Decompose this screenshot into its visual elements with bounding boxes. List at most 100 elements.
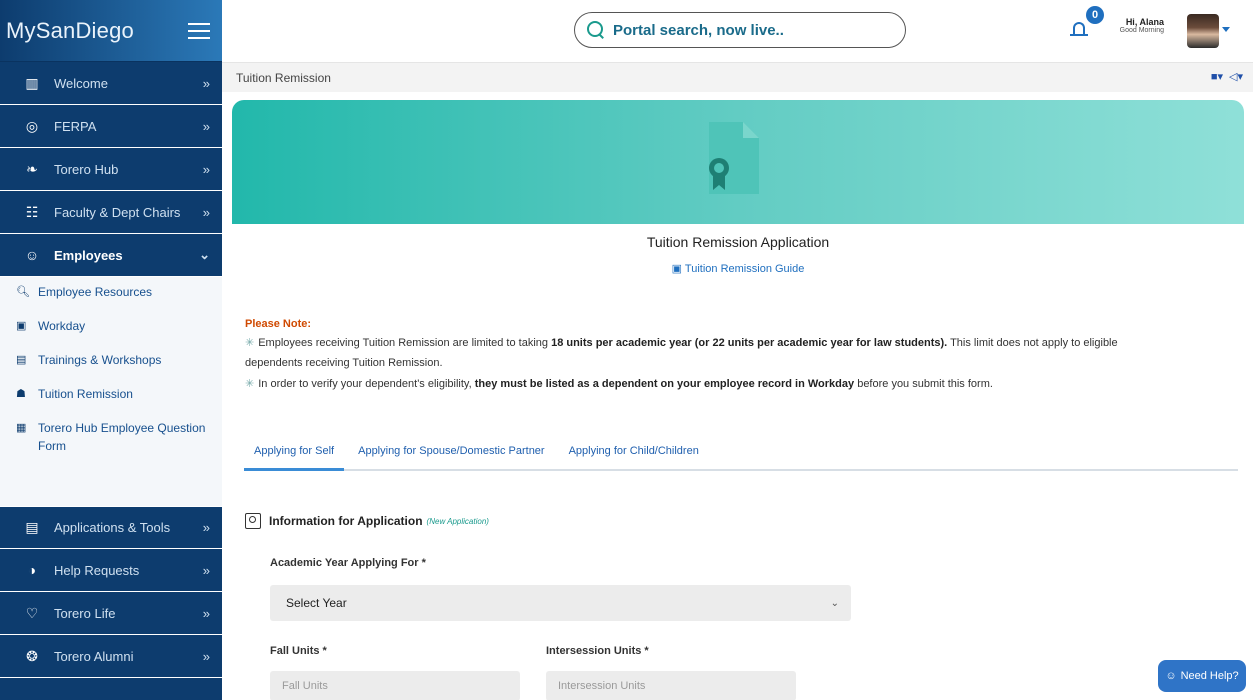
submenu-item-trainings[interactable]: ▤ Trainings & Workshops <box>0 351 222 369</box>
chevron-down-icon: ⌄ <box>830 597 839 609</box>
brand-title[interactable]: MySanDiego <box>6 18 134 44</box>
sidebar-item-ferpa[interactable]: ◎ FERPA » <box>0 105 222 148</box>
tuition-icon: ☗ <box>16 388 26 400</box>
medal-icon: ❂ <box>26 647 38 664</box>
page-tools: ■▾ ◁▾ <box>1211 70 1243 83</box>
chevron-right-icon: » <box>202 520 210 535</box>
contact-card-icon <box>245 513 261 529</box>
sidebar-item-label: Welcome <box>54 75 108 91</box>
note-title: Please Note: <box>245 318 312 330</box>
heart-hands-icon: ♡ <box>25 604 39 621</box>
sidebar-item-label: Employees <box>54 247 123 263</box>
submenu-item-label: Trainings & Workshops <box>38 353 162 367</box>
top-bar: Portal search, now live.. 0 Hi, Alana Go… <box>222 0 1253 62</box>
note-text: In order to verify your dependent's elig… <box>258 378 475 390</box>
tab-applying-spouse[interactable]: Applying for Spouse/Domestic Partner <box>348 443 554 471</box>
sidebar-item-torero-hub[interactable]: ❧ Torero Hub » <box>0 148 222 191</box>
academic-year-label: Academic Year Applying For * <box>270 557 426 569</box>
notification-badge: 0 <box>1086 6 1104 24</box>
presentation-icon: ▤ <box>16 354 27 366</box>
sidebar-item-label: FERPA <box>54 118 97 134</box>
sidebar-item-applications[interactable]: ▤ Applications & Tools » <box>0 506 222 549</box>
hamburger-menu-icon[interactable] <box>188 22 210 39</box>
sidebar-item-torero-life[interactable]: ♡ Torero Life » <box>0 592 222 635</box>
note-line-2: dependents receiving Tuition Remission. <box>245 357 443 369</box>
sidebar-item-welcome[interactable]: ▥ Welcome » <box>0 62 222 105</box>
briefcase-icon: ▣ <box>16 320 27 332</box>
submenu-item-label: Employee Resources <box>38 285 153 299</box>
employees-submenu: 🔍︎ Employee Resources ▣ Workday ▤ Traini… <box>0 277 222 506</box>
bookmark-icon[interactable]: ■▾ <box>1211 70 1223 83</box>
note-line-3: ✳ In order to verify your dependent's eli… <box>245 375 1235 394</box>
submenu-item-workday[interactable]: ▣ Workday <box>0 317 222 335</box>
avatar[interactable] <box>1187 14 1219 48</box>
section-title: Information for Application <box>269 514 423 528</box>
tab-applying-child[interactable]: Applying for Child/Children <box>559 443 709 471</box>
submenu-item-label: Tuition Remission <box>38 387 133 401</box>
hero-banner <box>232 100 1244 224</box>
chevron-down-icon[interactable] <box>1222 27 1230 32</box>
sidebar-item-help-requests[interactable]: ◑ Help Requests » <box>0 549 222 592</box>
section-subtitle: (New Application) <box>426 516 489 526</box>
users-icon: ☺ <box>24 247 40 263</box>
shield-icon: ◎ <box>25 117 39 134</box>
sidebar-item-label: Help Requests <box>54 562 140 578</box>
submenu-item-question-form[interactable]: ▦ Torero Hub Employee Question Form <box>0 419 222 455</box>
sidebar-item-faculty[interactable]: ☷ Faculty & Dept Chairs » <box>0 191 222 234</box>
note-text: This limit does not apply to eligible <box>947 337 1118 349</box>
guide-link[interactable]: ▣ Tuition Remission Guide <box>232 262 1244 275</box>
fall-units-field[interactable] <box>270 671 520 700</box>
megaphone-icon[interactable]: ◁▾ <box>1229 70 1243 83</box>
note-bold: 18 units per academic year (or 22 units … <box>551 337 948 349</box>
pin-icon: ✳ <box>245 337 255 349</box>
submenu-item-tuition-remission[interactable]: ☗ Tuition Remission <box>0 385 222 403</box>
application-tabs: Applying for Self Applying for Spouse/Do… <box>244 443 1238 471</box>
chevron-right-icon: » <box>202 562 210 578</box>
book-icon: ▣ <box>671 263 683 275</box>
submenu-item-employee-resources[interactable]: 🔍︎ Employee Resources <box>0 283 222 301</box>
search-icon <box>587 21 605 39</box>
chevron-right-icon: » <box>202 648 210 664</box>
academic-year-value: Select Year <box>286 596 347 610</box>
sidebar-item-torero-alumni[interactable]: ❂ Torero Alumni » <box>0 635 222 678</box>
toolbox-icon: ▤ <box>25 519 39 535</box>
sidebar-item-label: Applications & Tools <box>54 520 171 535</box>
sidebar-item-label: Torero Hub <box>54 161 119 177</box>
chevron-down-icon: ⌄ <box>199 247 210 262</box>
submenu-item-label: Workday <box>38 319 86 333</box>
user-greeting: Hi, Alana Good Morning <box>1108 17 1164 34</box>
chevron-right-icon: » <box>202 118 210 134</box>
need-help-button[interactable]: ☺ Need Help? <box>1158 660 1246 692</box>
search-input[interactable]: Portal search, now live.. <box>574 12 906 48</box>
section-header: Information for Application (New Applica… <box>245 513 489 529</box>
note-text: Employees receiving Tuition Remission ar… <box>258 337 552 349</box>
group-icon: ☷ <box>25 203 39 220</box>
need-help-label: Need Help? <box>1180 670 1239 682</box>
breadcrumb: Tuition Remission <box>236 71 331 85</box>
hub-icon: ❧ <box>26 160 38 177</box>
chevron-right-icon: » <box>202 605 210 621</box>
note-text: before you submit this form. <box>854 378 993 390</box>
chevron-right-icon: » <box>202 161 210 177</box>
support-icon: ◑ <box>27 562 37 578</box>
sidebar-item-employees[interactable]: ☺ Employees ⌄ <box>0 234 222 277</box>
tab-applying-self[interactable]: Applying for Self <box>244 443 345 471</box>
sidebar-item-label: Torero Life <box>54 605 116 621</box>
search-person-icon: 🔍︎ <box>16 286 30 298</box>
building-icon: ▥ <box>25 74 39 91</box>
user-support-icon: ☺ <box>1165 670 1177 682</box>
certificate-document-icon <box>709 122 759 194</box>
form-icon: ▦ <box>16 422 27 434</box>
note-line-1: ✳ Employees receiving Tuition Remission a… <box>245 334 1235 353</box>
intersession-units-field[interactable] <box>546 671 796 700</box>
academic-year-select[interactable]: Select Year ⌄ <box>270 585 851 621</box>
greeting-name: Hi, Alana <box>1125 17 1164 27</box>
bell-icon[interactable] <box>1070 20 1090 40</box>
sidebar: MySanDiego ▥ Welcome » ◎ FERPA » ❧ Torer… <box>0 0 222 700</box>
chevron-right-icon: » <box>202 75 210 91</box>
submenu-item-label: Torero Hub Employee Question Form <box>38 421 206 453</box>
guide-link-label: Tuition Remission Guide <box>684 263 805 275</box>
greeting-sub: Good Morning <box>1119 27 1164 34</box>
sidebar-item-label: Torero Alumni <box>54 648 134 664</box>
sidebar-item-label: Faculty & Dept Chairs <box>54 204 181 220</box>
